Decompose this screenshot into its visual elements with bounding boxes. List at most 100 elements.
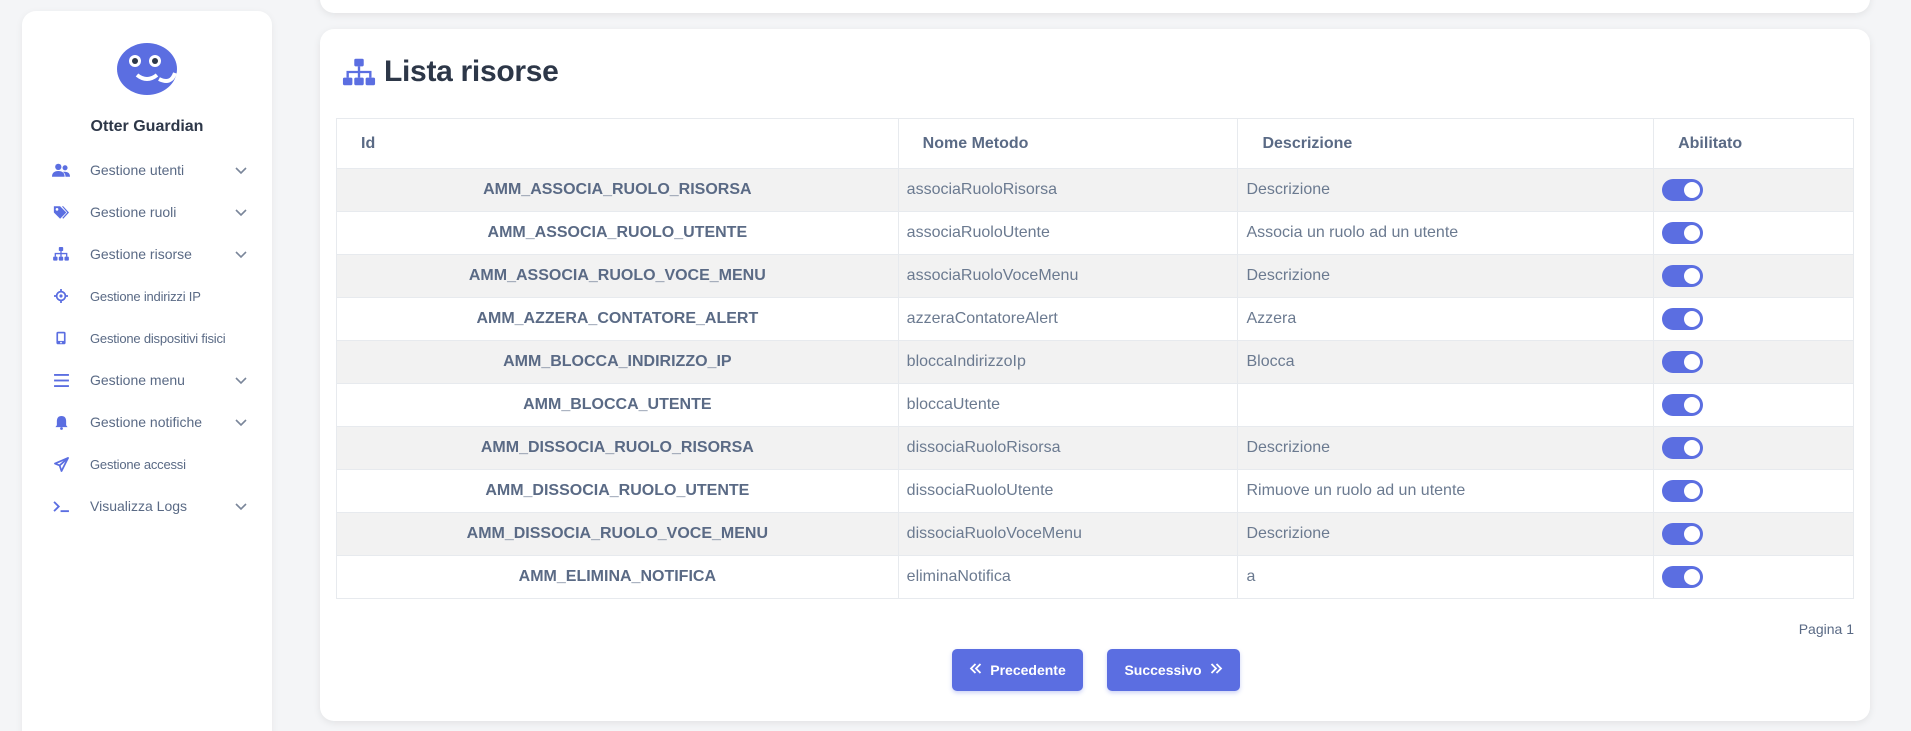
sidebar: Otter Guardian Gestione utenti Gestione …	[22, 11, 272, 731]
enabled-toggle[interactable]	[1662, 566, 1704, 588]
cell-id: AMM_ASSOCIA_RUOLO_UTENTE	[336, 211, 899, 255]
cell-metodo: associaRuoloVoceMenu	[897, 254, 1239, 298]
sidebar-item-visualizza-logs[interactable]: Visualizza Logs	[22, 485, 272, 527]
cell-metodo: bloccaIndirizzoIp	[897, 340, 1239, 384]
sidebar-item-gestione-risorse[interactable]: Gestione risorse	[22, 233, 272, 275]
table-row: AMM_DISSOCIA_RUOLO_RISORSA dissociaRuolo…	[336, 426, 1854, 470]
cell-metodo: bloccaUtente	[897, 383, 1239, 427]
chevron-down-icon	[234, 373, 248, 387]
sitemap-icon	[342, 57, 376, 87]
sidebar-item-gestione-utenti[interactable]: Gestione utenti	[22, 149, 272, 191]
cell-abilitato	[1653, 211, 1854, 255]
sidebar-item-gestione-accessi[interactable]: Gestione accessi	[22, 443, 272, 485]
cell-abilitato	[1653, 555, 1854, 599]
table-row: AMM_AZZERA_CONTATORE_ALERT azzeraContato…	[336, 297, 1854, 341]
cell-descrizione: Descrizione	[1237, 168, 1655, 212]
table-row: AMM_ASSOCIA_RUOLO_VOCE_MENU associaRuolo…	[336, 254, 1854, 298]
cell-metodo: dissociaRuoloRisorsa	[897, 426, 1239, 470]
page-title: Lista risorse	[384, 55, 559, 88]
enabled-toggle[interactable]	[1662, 523, 1704, 545]
cell-id: AMM_DISSOCIA_RUOLO_UTENTE	[336, 469, 899, 513]
cell-metodo: dissociaRuoloVoceMenu	[897, 512, 1239, 556]
sidebar-item-label: Gestione utenti	[90, 162, 185, 178]
chevron-down-icon	[234, 415, 248, 429]
cell-abilitato	[1653, 383, 1854, 427]
table-row: AMM_ELIMINA_NOTIFICA eliminaNotifica a	[336, 555, 1854, 599]
cell-metodo: azzeraContatoreAlert	[897, 297, 1239, 341]
send-icon	[52, 455, 70, 473]
table-row: AMM_BLOCCA_UTENTE bloccaUtente	[336, 383, 1854, 427]
resource-list-card: Lista risorse Id Nome Metodo Descrizione…	[320, 29, 1870, 721]
previous-card	[320, 0, 1870, 13]
next-page-label: Successivo	[1124, 662, 1202, 678]
cell-descrizione: Descrizione	[1237, 426, 1655, 470]
table-row: AMM_ASSOCIA_RUOLO_RISORSA associaRuoloRi…	[336, 168, 1854, 212]
table-row: AMM_DISSOCIA_RUOLO_VOCE_MENU dissociaRuo…	[336, 512, 1854, 556]
sidebar-item-gestione-menu[interactable]: Gestione menu	[22, 359, 272, 401]
table-row: AMM_ASSOCIA_RUOLO_UTENTE associaRuoloUte…	[336, 211, 1854, 255]
sidebar-item-label: Gestione indirizzi IP	[90, 288, 201, 304]
sidebar-nav: Gestione utenti Gestione ruoli Gestione …	[22, 149, 272, 527]
previous-page-button[interactable]: Precedente	[952, 649, 1083, 691]
sidebar-item-gestione-notifiche[interactable]: Gestione notifiche	[22, 401, 272, 443]
cell-descrizione: Associa un ruolo ad un utente	[1237, 211, 1655, 255]
table-row: AMM_DISSOCIA_RUOLO_UTENTE dissociaRuoloU…	[336, 469, 1854, 513]
table-row: AMM_BLOCCA_INDIRIZZO_IP bloccaIndirizzoI…	[336, 340, 1854, 384]
cell-descrizione: Rimuove un ruolo ad un utente	[1237, 469, 1655, 513]
enabled-toggle[interactable]	[1662, 222, 1704, 244]
cell-id: AMM_AZZERA_CONTATORE_ALERT	[336, 297, 899, 341]
cell-metodo: associaRuoloRisorsa	[897, 168, 1239, 212]
cell-descrizione: a	[1237, 555, 1655, 599]
enabled-toggle[interactable]	[1662, 351, 1704, 373]
cell-descrizione	[1237, 383, 1655, 427]
sidebar-item-label: Gestione notifiche	[90, 414, 203, 430]
cell-abilitato	[1653, 168, 1854, 212]
cell-metodo: dissociaRuoloUtente	[897, 469, 1239, 513]
cell-id: AMM_ELIMINA_NOTIFICA	[336, 555, 899, 599]
sidebar-item-label: Gestione ruoli	[90, 204, 177, 220]
cell-id: AMM_DISSOCIA_RUOLO_VOCE_MENU	[336, 512, 899, 556]
mobile-icon	[52, 329, 70, 347]
card-header: Lista risorse	[342, 55, 559, 89]
next-page-button[interactable]: Successivo	[1107, 649, 1240, 691]
table-header-row: Id Nome Metodo Descrizione Abilitato	[336, 118, 1854, 169]
sidebar-item-label: Visualizza Logs	[90, 498, 188, 514]
double-chevron-right-icon	[1210, 662, 1223, 678]
page-indicator: Pagina 1	[1798, 621, 1854, 637]
cell-id: AMM_BLOCCA_UTENTE	[336, 383, 899, 427]
enabled-toggle[interactable]	[1662, 480, 1704, 502]
otter-logo-icon	[115, 39, 179, 97]
sidebar-item-gestione-ruoli[interactable]: Gestione ruoli	[22, 191, 272, 233]
column-header-id[interactable]: Id	[336, 118, 899, 169]
cell-id: AMM_ASSOCIA_RUOLO_VOCE_MENU	[336, 254, 899, 298]
resource-table: Id Nome Metodo Descrizione Abilitato AMM…	[336, 118, 1854, 599]
cell-abilitato	[1653, 426, 1854, 470]
sidebar-item-label: Gestione menu	[90, 372, 185, 388]
double-chevron-left-icon	[969, 662, 982, 678]
sitemap-icon	[52, 245, 70, 263]
enabled-toggle[interactable]	[1662, 265, 1704, 287]
cell-abilitato	[1653, 254, 1854, 298]
enabled-toggle[interactable]	[1662, 437, 1704, 459]
chevron-down-icon	[234, 247, 248, 261]
column-header-nome-metodo[interactable]: Nome Metodo	[897, 118, 1239, 169]
column-header-descrizione[interactable]: Descrizione	[1237, 118, 1655, 169]
enabled-toggle[interactable]	[1662, 308, 1704, 330]
sidebar-item-gestione-dispositivi-fisici[interactable]: Gestione dispositivi fisici	[22, 317, 272, 359]
column-header-abilitato[interactable]: Abilitato	[1653, 118, 1854, 169]
cell-abilitato	[1653, 469, 1854, 513]
cell-id: AMM_DISSOCIA_RUOLO_RISORSA	[336, 426, 899, 470]
enabled-toggle[interactable]	[1662, 179, 1704, 201]
cell-abilitato	[1653, 340, 1854, 384]
enabled-toggle[interactable]	[1662, 394, 1704, 416]
cell-descrizione: Blocca	[1237, 340, 1655, 384]
terminal-icon	[52, 497, 70, 515]
bars-icon	[52, 371, 70, 389]
cell-descrizione: Descrizione	[1237, 254, 1655, 298]
chevron-down-icon	[234, 163, 248, 177]
cell-descrizione: Azzera	[1237, 297, 1655, 341]
sidebar-item-gestione-indirizzi-ip[interactable]: Gestione indirizzi IP	[22, 275, 272, 317]
cell-metodo: associaRuoloUtente	[897, 211, 1239, 255]
cell-id: AMM_ASSOCIA_RUOLO_RISORSA	[336, 168, 899, 212]
app-name: Otter Guardian	[90, 118, 204, 135]
